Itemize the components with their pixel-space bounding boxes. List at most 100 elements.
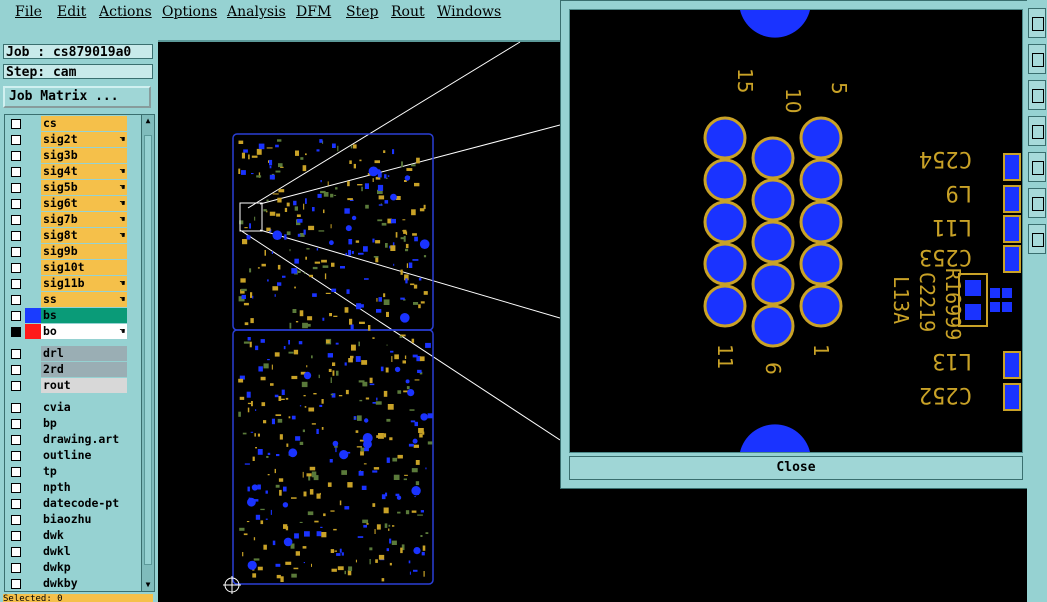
toolbar-icon[interactable] [1028, 188, 1046, 218]
layer-checkbox[interactable] [11, 365, 21, 375]
layer-name[interactable]: cvia [41, 400, 127, 415]
layer-row[interactable]: tp [5, 464, 141, 480]
layer-scrollbar[interactable]: ▲ ▼ [141, 114, 155, 592]
layer-checkbox[interactable] [11, 199, 21, 209]
layer-row[interactable]: cvia [5, 400, 141, 416]
layer-checkbox[interactable] [11, 151, 21, 161]
layer-name[interactable]: ss ☚ [41, 292, 127, 307]
menu-windows[interactable]: Windows [437, 4, 501, 20]
menu-file[interactable]: File [15, 4, 42, 20]
layer-checkbox[interactable] [11, 247, 21, 257]
toolbar-icon[interactable] [1028, 152, 1046, 182]
layer-checkbox[interactable] [11, 483, 21, 493]
layer-row[interactable]: sig9b [5, 244, 141, 260]
layer-row[interactable]: bo ☚ [5, 324, 141, 340]
layer-name[interactable]: dwkl [41, 544, 127, 559]
menu-options[interactable]: Options [162, 4, 217, 20]
layer-row[interactable]: sig4t ☚ [5, 164, 141, 180]
layer-name[interactable]: sig3b [41, 148, 127, 163]
layer-row[interactable]: rout [5, 378, 141, 394]
layer-row[interactable]: sig10t [5, 260, 141, 276]
layer-name[interactable]: drl [41, 346, 127, 361]
scroll-down-icon[interactable]: ▼ [143, 580, 153, 590]
layer-checkbox[interactable] [11, 263, 21, 273]
menu-rout[interactable]: Rout [391, 4, 425, 20]
layer-name[interactable]: drawing.art [41, 432, 127, 447]
layer-name[interactable]: 2rd [41, 362, 127, 377]
layer-name[interactable]: dwkp [41, 560, 127, 575]
layer-row[interactable]: drl [5, 346, 141, 362]
layer-name[interactable]: bs [41, 308, 127, 323]
layer-name[interactable]: sig5b ☚ [41, 180, 127, 195]
layer-name[interactable]: sig7b ☚ [41, 212, 127, 227]
layer-row[interactable]: npth [5, 480, 141, 496]
layer-checkbox[interactable] [11, 403, 21, 413]
zoom-canvas[interactable]: 15 10 5 11 6 1 C254 L9 L11 C253 L13 C252… [569, 9, 1023, 453]
layer-checkbox[interactable] [11, 499, 21, 509]
layer-row[interactable]: cs [5, 116, 141, 132]
job-matrix-button[interactable]: Job Matrix ... [3, 86, 151, 108]
layer-name[interactable]: sig4t ☚ [41, 164, 127, 179]
menu-dfm[interactable]: DFM [296, 4, 331, 20]
layer-row[interactable]: datecode-pt [5, 496, 141, 512]
layer-name[interactable]: rout [41, 378, 127, 393]
board-view[interactable] [160, 40, 560, 602]
layer-name[interactable]: dwk [41, 528, 127, 543]
layer-name[interactable]: cs [41, 116, 127, 131]
layer-checkbox[interactable] [11, 119, 21, 129]
layer-checkbox[interactable] [11, 451, 21, 461]
layer-checkbox[interactable] [11, 515, 21, 525]
layer-name[interactable]: dwkby [41, 576, 127, 591]
layer-name[interactable]: sig9b [41, 244, 127, 259]
layer-name[interactable]: bp [41, 416, 127, 431]
layer-checkbox[interactable] [11, 531, 21, 541]
layer-row[interactable]: sig7b ☚ [5, 212, 141, 228]
layer-row[interactable]: sig6t ☚ [5, 196, 141, 212]
layer-row[interactable]: drawing.art [5, 432, 141, 448]
layer-name[interactable]: biaozhu [41, 512, 127, 527]
layer-row[interactable]: dwk [5, 528, 141, 544]
toolbar-icon[interactable] [1028, 44, 1046, 74]
layer-name[interactable]: sig10t [41, 260, 127, 275]
menu-analysis[interactable]: Analysis [227, 4, 286, 20]
layer-checkbox[interactable] [11, 311, 21, 321]
scroll-thumb[interactable] [144, 135, 152, 565]
layer-name[interactable]: outline [41, 448, 127, 463]
layer-checkbox[interactable] [11, 279, 21, 289]
layer-checkbox[interactable] [11, 547, 21, 557]
layer-checkbox[interactable] [11, 231, 21, 241]
toolbar-icon[interactable] [1028, 80, 1046, 110]
toolbar-icon[interactable] [1028, 224, 1046, 254]
layer-name[interactable]: bo ☚ [41, 324, 127, 339]
layer-checkbox[interactable] [11, 167, 21, 177]
layer-checkbox[interactable] [11, 579, 21, 589]
menu-step[interactable]: Step [346, 4, 378, 20]
layer-checkbox[interactable] [11, 327, 21, 337]
menu-edit[interactable]: Edit [57, 4, 86, 20]
layer-name[interactable]: npth [41, 480, 127, 495]
layer-name[interactable]: sig11b ☚ [41, 276, 127, 291]
layer-row[interactable]: sig3b [5, 148, 141, 164]
layer-row[interactable]: dwkl [5, 544, 141, 560]
layer-checkbox[interactable] [11, 135, 21, 145]
layer-checkbox[interactable] [11, 419, 21, 429]
layer-row[interactable]: dwkp [5, 560, 141, 576]
layer-name[interactable]: sig6t ☚ [41, 196, 127, 211]
layer-row[interactable]: dwkby [5, 576, 141, 592]
scroll-up-icon[interactable]: ▲ [143, 116, 153, 126]
layer-name[interactable]: sig2t ☚ [41, 132, 127, 147]
layer-row[interactable]: sig8t ☚ [5, 228, 141, 244]
layer-checkbox[interactable] [11, 381, 21, 391]
layer-row[interactable]: bp [5, 416, 141, 432]
layer-row[interactable]: bs [5, 308, 141, 324]
layer-row[interactable]: sig5b ☚ [5, 180, 141, 196]
menu-actions[interactable]: Actions [99, 4, 152, 20]
layer-checkbox[interactable] [11, 183, 21, 193]
toolbar-icon[interactable] [1028, 116, 1046, 146]
layer-checkbox[interactable] [11, 435, 21, 445]
layer-checkbox[interactable] [11, 295, 21, 305]
layer-checkbox[interactable] [11, 467, 21, 477]
layer-row[interactable]: sig11b ☚ [5, 276, 141, 292]
layer-name[interactable]: datecode-pt [41, 496, 127, 511]
layer-name[interactable]: sig8t ☚ [41, 228, 127, 243]
